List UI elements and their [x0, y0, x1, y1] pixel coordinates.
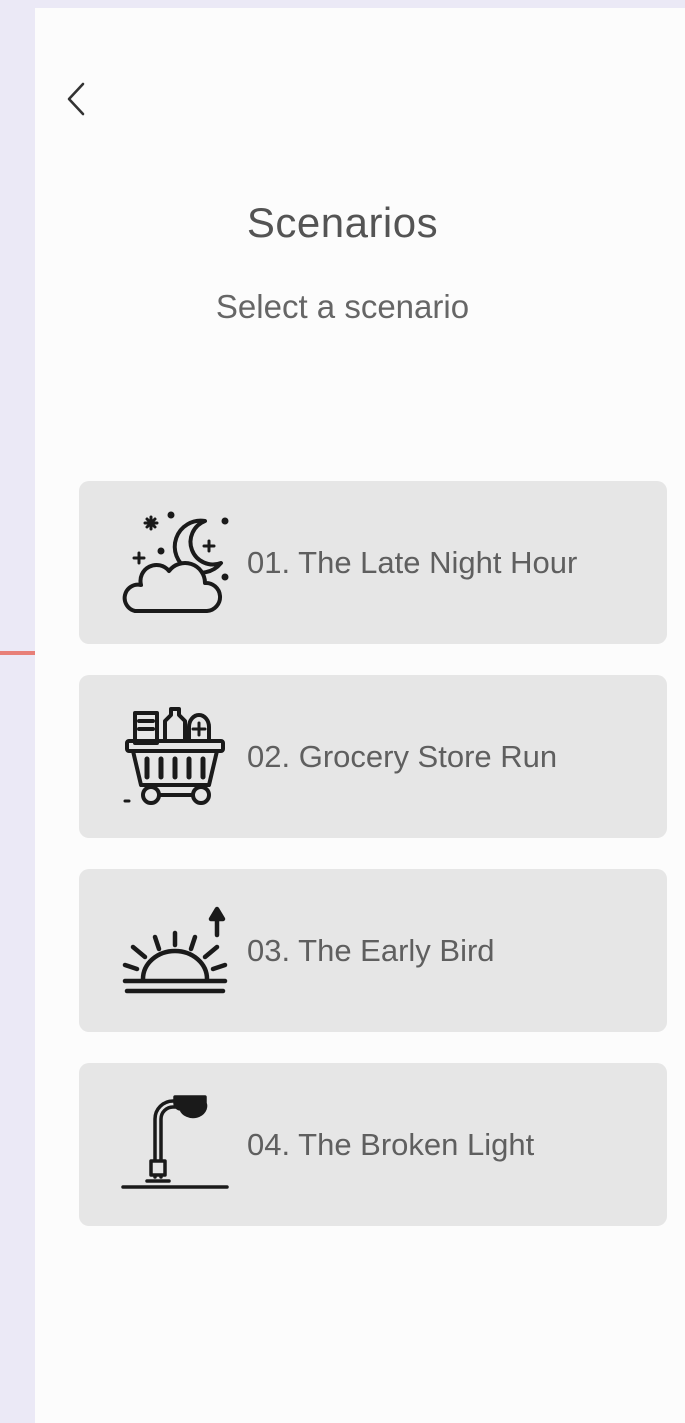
grocery-basket-icon: [121, 701, 229, 809]
scenario-card-broken-light[interactable]: 04. The Broken Light: [79, 1063, 667, 1226]
scenario-label: 02. Grocery Store Run: [247, 739, 558, 774]
scenario-label: 03. The Early Bird: [247, 933, 495, 968]
scenario-label: 01. The Late Night Hour: [247, 545, 578, 580]
scenario-card-late-night-hour[interactable]: 01. The Late Night Hour: [79, 481, 667, 644]
back-button[interactable]: [57, 74, 101, 124]
scenario-list: 01. The Late Night Hour 02. Grocery Stor…: [79, 481, 667, 1257]
scenario-card-grocery-store-run[interactable]: 02. Grocery Store Run: [79, 675, 667, 838]
chevron-left-icon: [57, 74, 101, 124]
moon-cloud-icon: [121, 507, 229, 615]
scenario-card-early-bird[interactable]: 03. The Early Bird: [79, 869, 667, 1032]
scenario-label: 04. The Broken Light: [247, 1127, 535, 1162]
page-subtitle: Select a scenario: [215, 288, 470, 325]
page-title: Scenarios: [246, 199, 439, 246]
sunrise-icon: [121, 895, 229, 1003]
street-lamp-icon: [121, 1089, 229, 1197]
